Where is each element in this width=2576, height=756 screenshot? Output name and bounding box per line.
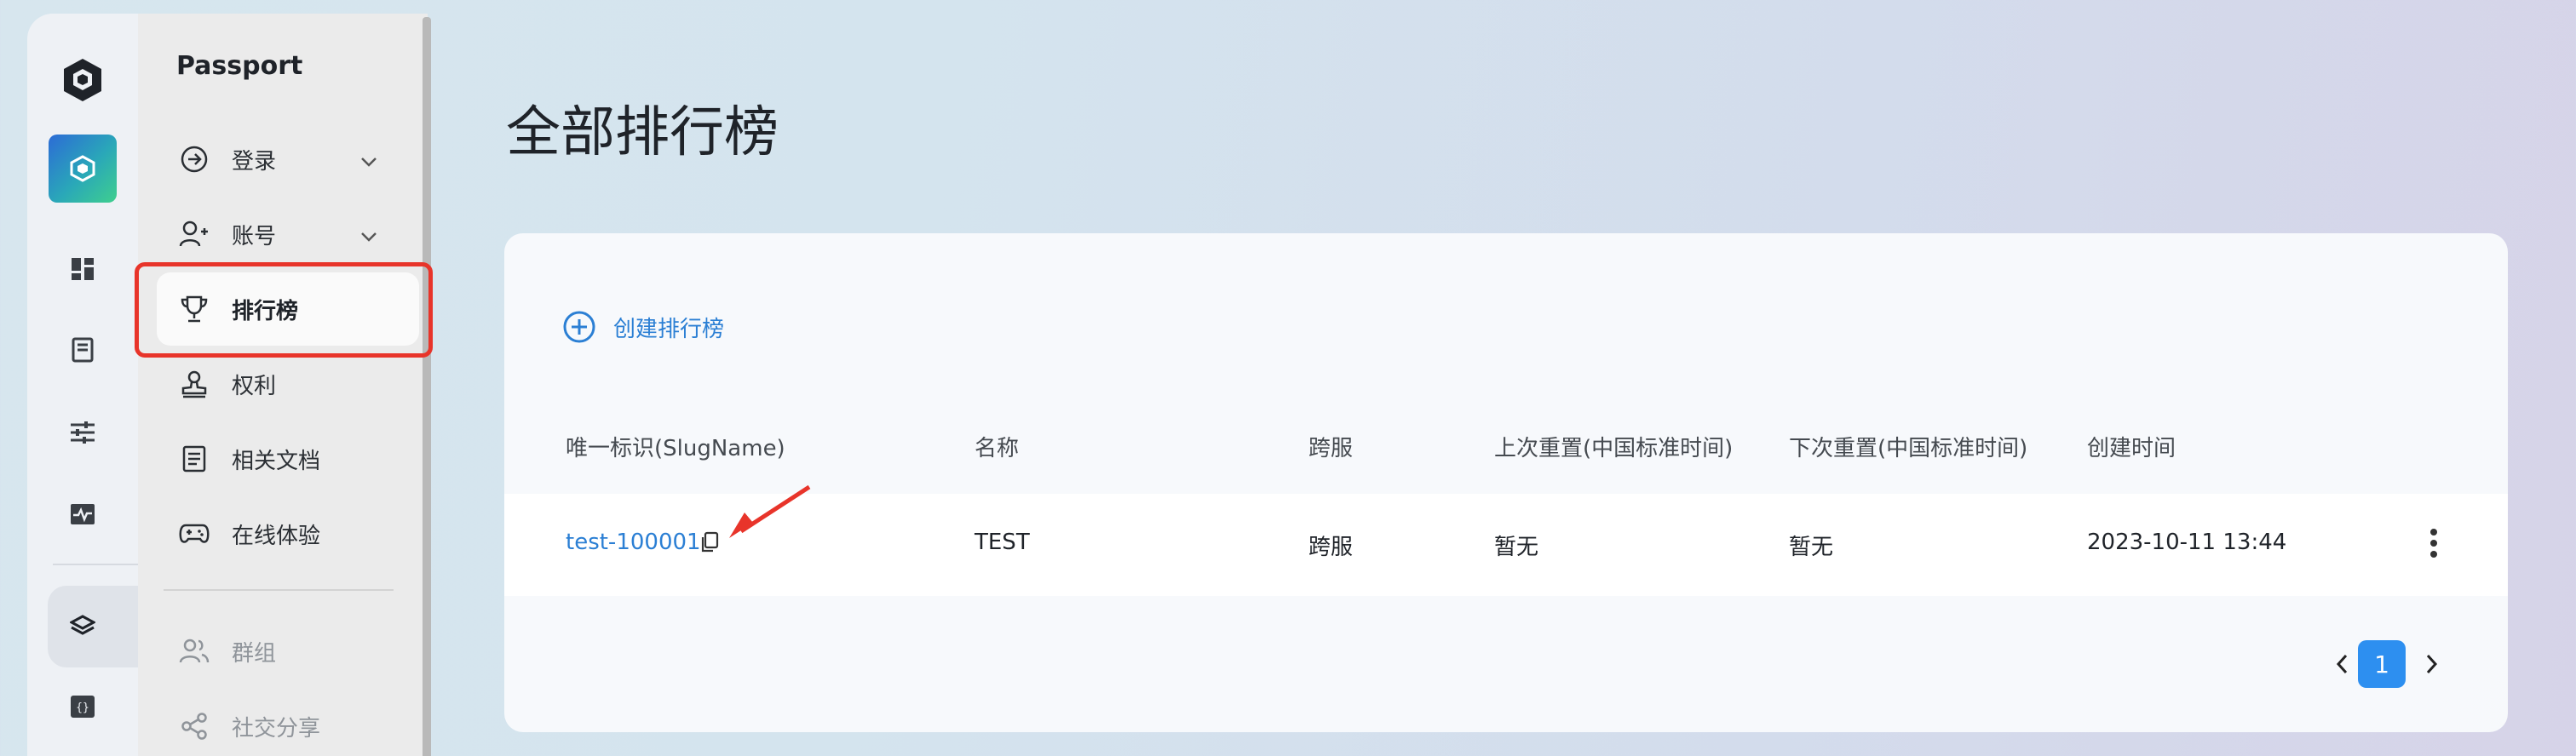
pagination-next-button[interactable] bbox=[2407, 640, 2455, 688]
stamp-icon bbox=[179, 369, 210, 399]
column-header: 创建时间 bbox=[2087, 436, 2176, 461]
users-icon bbox=[179, 636, 210, 667]
user-add-icon bbox=[179, 219, 210, 249]
cell-last-reset: 暂无 bbox=[1494, 535, 1539, 560]
sidebar-nav: Passport 登录 账号 排行榜 权利 相关文档 在线体验 群组 社交分享 bbox=[138, 14, 428, 756]
sidebar-item-label: 账号 bbox=[232, 223, 277, 249]
create-leaderboard-label: 创建排行榜 bbox=[613, 316, 725, 342]
slug-link[interactable]: test-100001 bbox=[566, 530, 701, 555]
svg-text:{}: {} bbox=[76, 702, 89, 714]
more-vertical-icon[interactable] bbox=[2429, 528, 2438, 562]
sidebar-item-social-share[interactable]: 社交分享 bbox=[157, 690, 419, 756]
plus-circle-icon bbox=[563, 311, 595, 343]
sidebar-item-docs[interactable]: 相关文档 bbox=[157, 422, 419, 495]
sidebar-item-label: 社交分享 bbox=[232, 715, 321, 742]
layers-icon[interactable] bbox=[49, 593, 117, 661]
column-header: 上次重置(中国标准时间) bbox=[1494, 436, 1734, 461]
login-arrow-icon bbox=[179, 144, 210, 175]
chevron-down-icon[interactable] bbox=[359, 148, 378, 174]
column-header: 名称 bbox=[975, 436, 1020, 461]
app-cube-icon[interactable] bbox=[49, 135, 117, 203]
create-leaderboard-button[interactable]: 创建排行榜 bbox=[562, 310, 724, 344]
nav-divider bbox=[164, 589, 394, 591]
guide-book-icon[interactable] bbox=[49, 317, 117, 385]
cell-created: 2023-10-11 13:44 bbox=[2087, 530, 2287, 555]
sidebar-item-label: 权利 bbox=[232, 373, 277, 399]
column-header: 下次重置(中国标准时间) bbox=[1789, 436, 2028, 461]
annotation-arrow bbox=[729, 484, 811, 538]
chevron-left-icon bbox=[2336, 654, 2348, 674]
column-header: 唯一标识(SlugName) bbox=[566, 436, 785, 461]
sidebar-item-account[interactable]: 账号 bbox=[157, 198, 419, 271]
app-title: Passport bbox=[176, 51, 303, 81]
page-title: 全部排行榜 bbox=[506, 101, 779, 164]
document-icon bbox=[179, 444, 210, 474]
share-icon bbox=[179, 711, 210, 742]
pagination-page-button[interactable]: 1 bbox=[2358, 640, 2406, 688]
sliders-icon[interactable] bbox=[49, 398, 117, 467]
highlight-annotation bbox=[135, 262, 433, 358]
chevron-down-icon[interactable] bbox=[359, 223, 378, 249]
cell-next-reset: 暂无 bbox=[1789, 535, 1834, 560]
gamepad-icon bbox=[179, 518, 210, 549]
sidebar-scrollbar[interactable] bbox=[423, 17, 431, 756]
sidebar-item-label: 群组 bbox=[232, 640, 277, 667]
copy-icon[interactable] bbox=[700, 531, 719, 557]
monitor-pulse-icon[interactable] bbox=[49, 480, 117, 548]
sidebar-item-groups[interactable]: 群组 bbox=[157, 615, 419, 688]
column-header: 跨服 bbox=[1308, 436, 1354, 461]
sidebar-item-label: 登录 bbox=[232, 148, 277, 175]
sidebar-item-label: 在线体验 bbox=[232, 523, 321, 549]
rail-divider bbox=[53, 564, 138, 565]
code-braces-icon[interactable]: {} bbox=[49, 673, 117, 741]
icon-rail: {} bbox=[27, 14, 138, 756]
chevron-right-icon bbox=[2426, 654, 2438, 674]
sidebar-item-login[interactable]: 登录 bbox=[157, 123, 419, 196]
unity-logo-icon[interactable] bbox=[49, 46, 117, 114]
sidebar-item-rights[interactable]: 权利 bbox=[157, 347, 419, 421]
sidebar-item-online-demo[interactable]: 在线体验 bbox=[157, 497, 419, 570]
sidebar-item-label: 相关文档 bbox=[232, 448, 321, 474]
cell-name: TEST bbox=[975, 530, 1030, 555]
cell-cross-server: 跨服 bbox=[1308, 535, 1354, 560]
dashboard-icon[interactable] bbox=[49, 235, 117, 303]
